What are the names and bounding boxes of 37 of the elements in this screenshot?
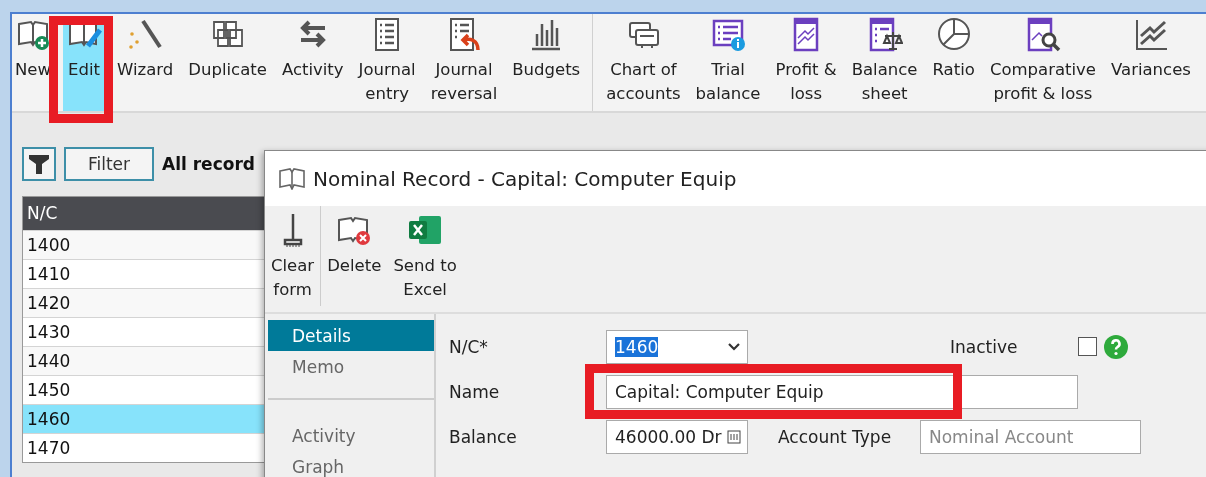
field-label: Account Type xyxy=(778,426,893,447)
toolbar-button[interactable]: Variances xyxy=(1108,16,1194,111)
account-dropdown[interactable]: 1460 xyxy=(606,329,748,364)
dialog-title: Nominal Record - Capital: Computer Equip xyxy=(313,166,737,191)
filter-icon-button[interactable] xyxy=(22,147,56,181)
toolbar-button[interactable]: Trial balance xyxy=(692,16,764,111)
field-label: N/C* xyxy=(449,336,489,357)
toolbar-button[interactable]: Comparative profit & loss xyxy=(986,16,1099,111)
nav-item[interactable]: Memo xyxy=(268,351,434,382)
chevron-down-icon xyxy=(727,341,741,352)
toolbar-button[interactable]: Balance sheet xyxy=(848,16,921,111)
name-field[interactable]: Capital: Computer Equip xyxy=(606,374,1078,409)
toolbar-button[interactable]: Activity xyxy=(278,16,347,111)
toolbar-button[interactable]: Ratio xyxy=(929,16,978,111)
help-icon[interactable] xyxy=(1104,334,1128,359)
toolbar-button[interactable]: Profit & loss xyxy=(772,16,840,111)
account-type-field: Nominal Account xyxy=(920,419,1141,454)
field-label: Balance xyxy=(449,426,518,447)
nav-item[interactable]: Activity xyxy=(268,420,434,451)
funnel-icon xyxy=(28,153,50,175)
toolbar-button[interactable]: New xyxy=(12,16,54,111)
nav-item[interactable]: Details xyxy=(268,320,434,351)
balance-field[interactable]: 46000.00 Dr xyxy=(606,419,748,454)
toolbar-button[interactable]: Wizard xyxy=(114,16,177,111)
field-label: Inactive xyxy=(949,336,1019,357)
field-label: Name xyxy=(449,381,501,402)
filter-button[interactable]: Filter xyxy=(64,147,154,181)
toolbar-button[interactable]: Journal entry xyxy=(355,16,419,111)
small-grid-icon[interactable] xyxy=(727,429,741,444)
toolbar-button[interactable]: Budgets xyxy=(509,16,584,111)
records-caption: All record xyxy=(162,154,255,174)
book-icon xyxy=(279,167,305,190)
nav-item[interactable]: Graph xyxy=(268,451,434,477)
toolbar-button[interactable]: Chart of accounts xyxy=(603,16,684,111)
toolbar-button[interactable]: Duplicate xyxy=(185,16,270,111)
toolbar-button[interactable]: Clear form xyxy=(265,206,322,306)
toolbar-button[interactable]: Journal reversal xyxy=(427,16,501,111)
